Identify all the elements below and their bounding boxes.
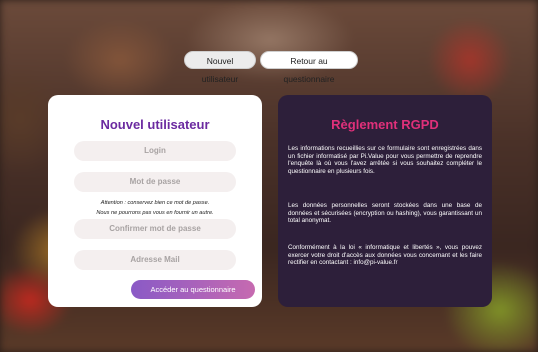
login-input[interactable]: Login [74,141,236,161]
new-user-form: Nouvel utilisateur Login Mot de passe At… [48,95,262,307]
rgpd-paragraph-3: Conformément à la loi « informatique et … [288,244,482,267]
rgpd-panel: Règlement RGPD Les informations recueill… [278,95,492,307]
confirm-password-input[interactable]: Confirmer mot de passe [74,219,236,239]
rgpd-paragraph-1: Les informations recueillies sur ce form… [288,145,482,175]
new-user-button[interactable]: Nouvel utilisateur [184,51,256,84]
form-title: Nouvel utilisateur [100,117,210,132]
password-warning-line2: Nous ne pourrons pas vous en fournir un … [96,210,214,216]
rgpd-title: Règlement RGPD [331,117,439,132]
email-input[interactable]: Adresse Mail [74,250,236,270]
back-to-questionnaire-button[interactable]: Retour au questionnaire [260,51,358,84]
submit-button[interactable]: Accéder au questionnaire [131,280,255,299]
rgpd-paragraph-2: Les données personnelles seront stockées… [288,202,482,225]
password-input[interactable]: Mot de passe [74,172,236,192]
password-warning-line1: Attention : conservez bien ce mot de pas… [100,200,210,206]
